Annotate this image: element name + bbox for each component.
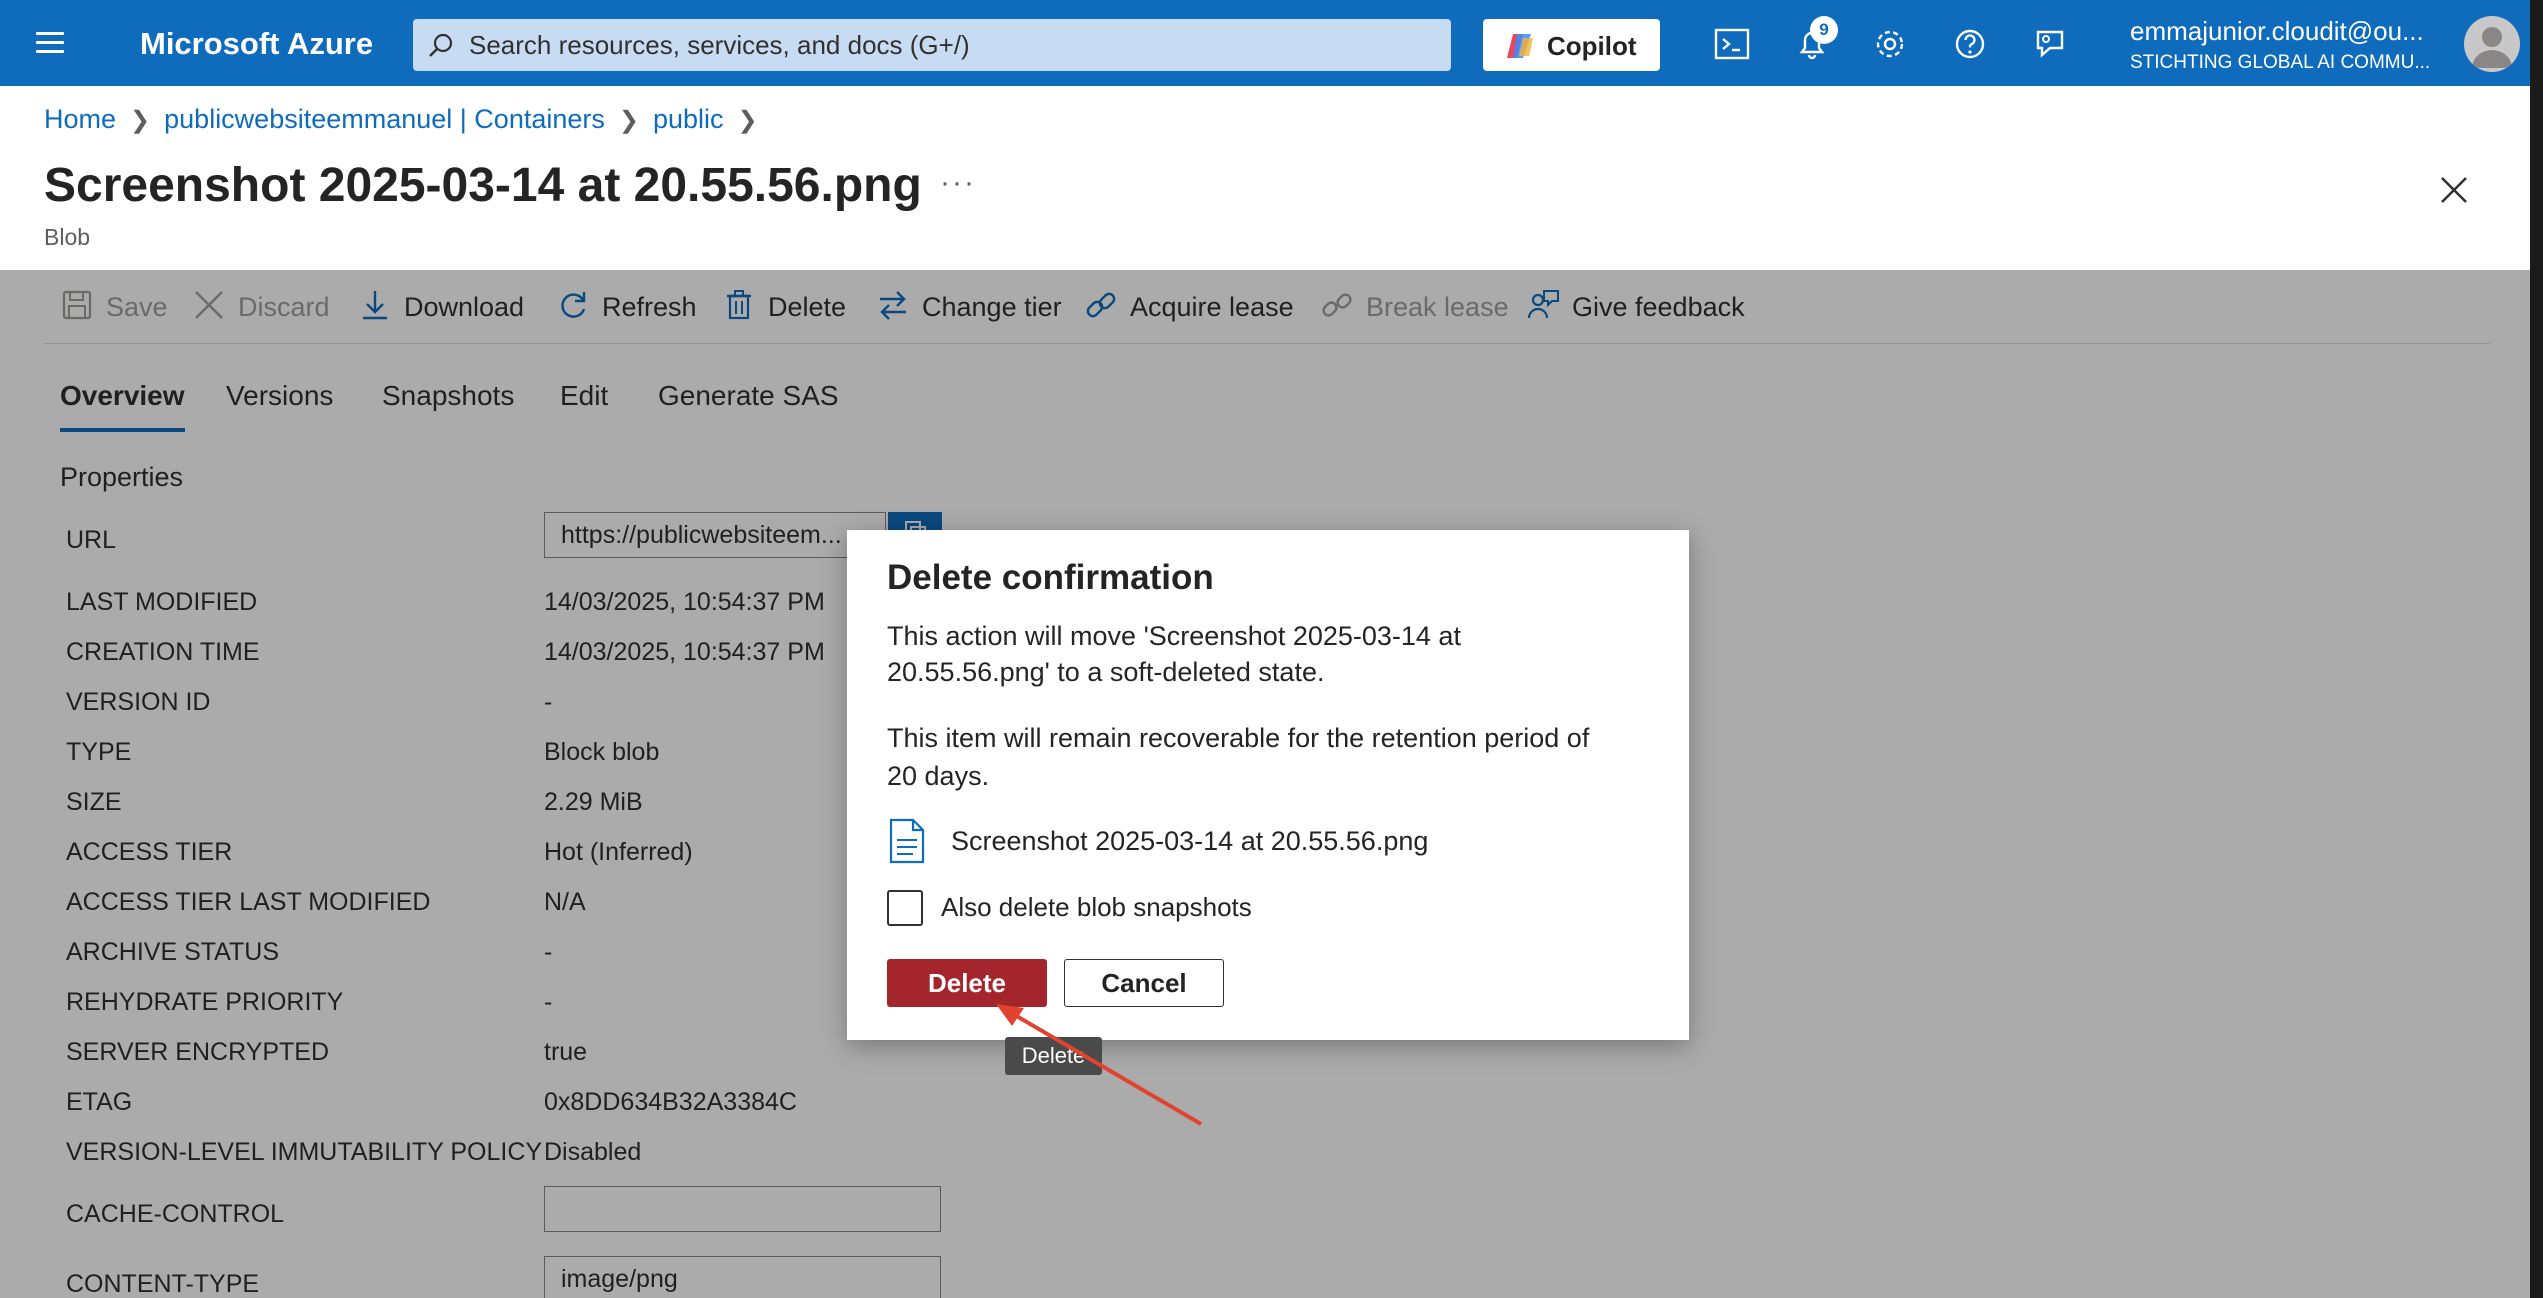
help-icon[interactable] xyxy=(1948,22,1992,66)
breadcrumb-containers[interactable]: publicwebsiteemmanuel | Containers xyxy=(164,104,605,134)
top-bar: Microsoft Azure Copilot 9 emmajunior.clo… xyxy=(0,0,2530,86)
page-subtitle: Blob xyxy=(44,224,91,250)
global-search[interactable] xyxy=(413,19,1451,71)
copilot-label: Copilot xyxy=(1547,31,1637,61)
avatar[interactable] xyxy=(2464,16,2520,72)
user-avatar-icon xyxy=(2472,27,2512,68)
chevron-right-icon: ❯ xyxy=(130,107,151,134)
search-input[interactable] xyxy=(469,19,1429,71)
feedback-icon[interactable] xyxy=(2028,22,2072,66)
window-edge xyxy=(2530,0,2543,1298)
portal-brand[interactable]: Microsoft Azure xyxy=(140,26,373,62)
breadcrumb-public[interactable]: public xyxy=(653,104,724,134)
confirm-delete-button[interactable]: Delete xyxy=(887,959,1047,1007)
dialog-message-line-1: This action will move 'Screenshot 2025-0… xyxy=(887,621,1461,651)
chevron-right-icon: ❯ xyxy=(737,107,758,134)
menu-icon[interactable] xyxy=(30,28,72,58)
dialog-file-name: Screenshot 2025-03-14 at 20.55.56.png xyxy=(951,826,1429,856)
dialog-title: Delete confirmation xyxy=(887,558,1214,597)
more-options-button[interactable]: ··· xyxy=(940,166,976,200)
dialog-retention-line-2: 20 days. xyxy=(887,761,990,791)
copilot-icon xyxy=(1507,34,1533,58)
account-directory: STICHTING GLOBAL AI COMMU... xyxy=(2130,52,2431,73)
page-title: Screenshot 2025-03-14 at 20.55.56.png xyxy=(44,159,922,212)
close-icon[interactable] xyxy=(2436,172,2472,208)
delete-confirmation-dialog: Delete confirmation This action will mov… xyxy=(847,530,1689,1040)
account-email: emmajunior.cloudit@ou... xyxy=(2130,16,2424,46)
cloud-shell-icon[interactable] xyxy=(1710,22,1754,66)
cancel-button[interactable]: Cancel xyxy=(1064,959,1224,1007)
document-icon xyxy=(889,818,925,864)
chevron-right-icon: ❯ xyxy=(618,107,639,134)
breadcrumb: Home ❯ publicwebsiteemmanuel | Containers ❯… xyxy=(44,104,772,135)
breadcrumb-home[interactable]: Home xyxy=(44,104,116,134)
delete-snapshots-checkbox[interactable] xyxy=(887,890,923,926)
delete-tooltip: Delete xyxy=(1005,1037,1102,1075)
delete-snapshots-label[interactable]: Also delete blob snapshots xyxy=(941,892,1252,923)
search-icon xyxy=(429,33,453,57)
azure-portal-window: Microsoft Azure Copilot 9 emmajunior.clo… xyxy=(0,0,2530,1298)
notification-count-badge: 9 xyxy=(1810,16,1838,44)
dialog-message-line-2: 20.55.56.png' to a soft-deleted state. xyxy=(887,657,1325,687)
copilot-button[interactable]: Copilot xyxy=(1483,19,1660,71)
account-menu[interactable]: emmajunior.cloudit@ou... STICHTING GLOBA… xyxy=(2130,16,2448,76)
settings-gear-icon[interactable] xyxy=(1868,22,1912,66)
dialog-retention-line-1: This item will remain recoverable for th… xyxy=(887,723,1590,753)
